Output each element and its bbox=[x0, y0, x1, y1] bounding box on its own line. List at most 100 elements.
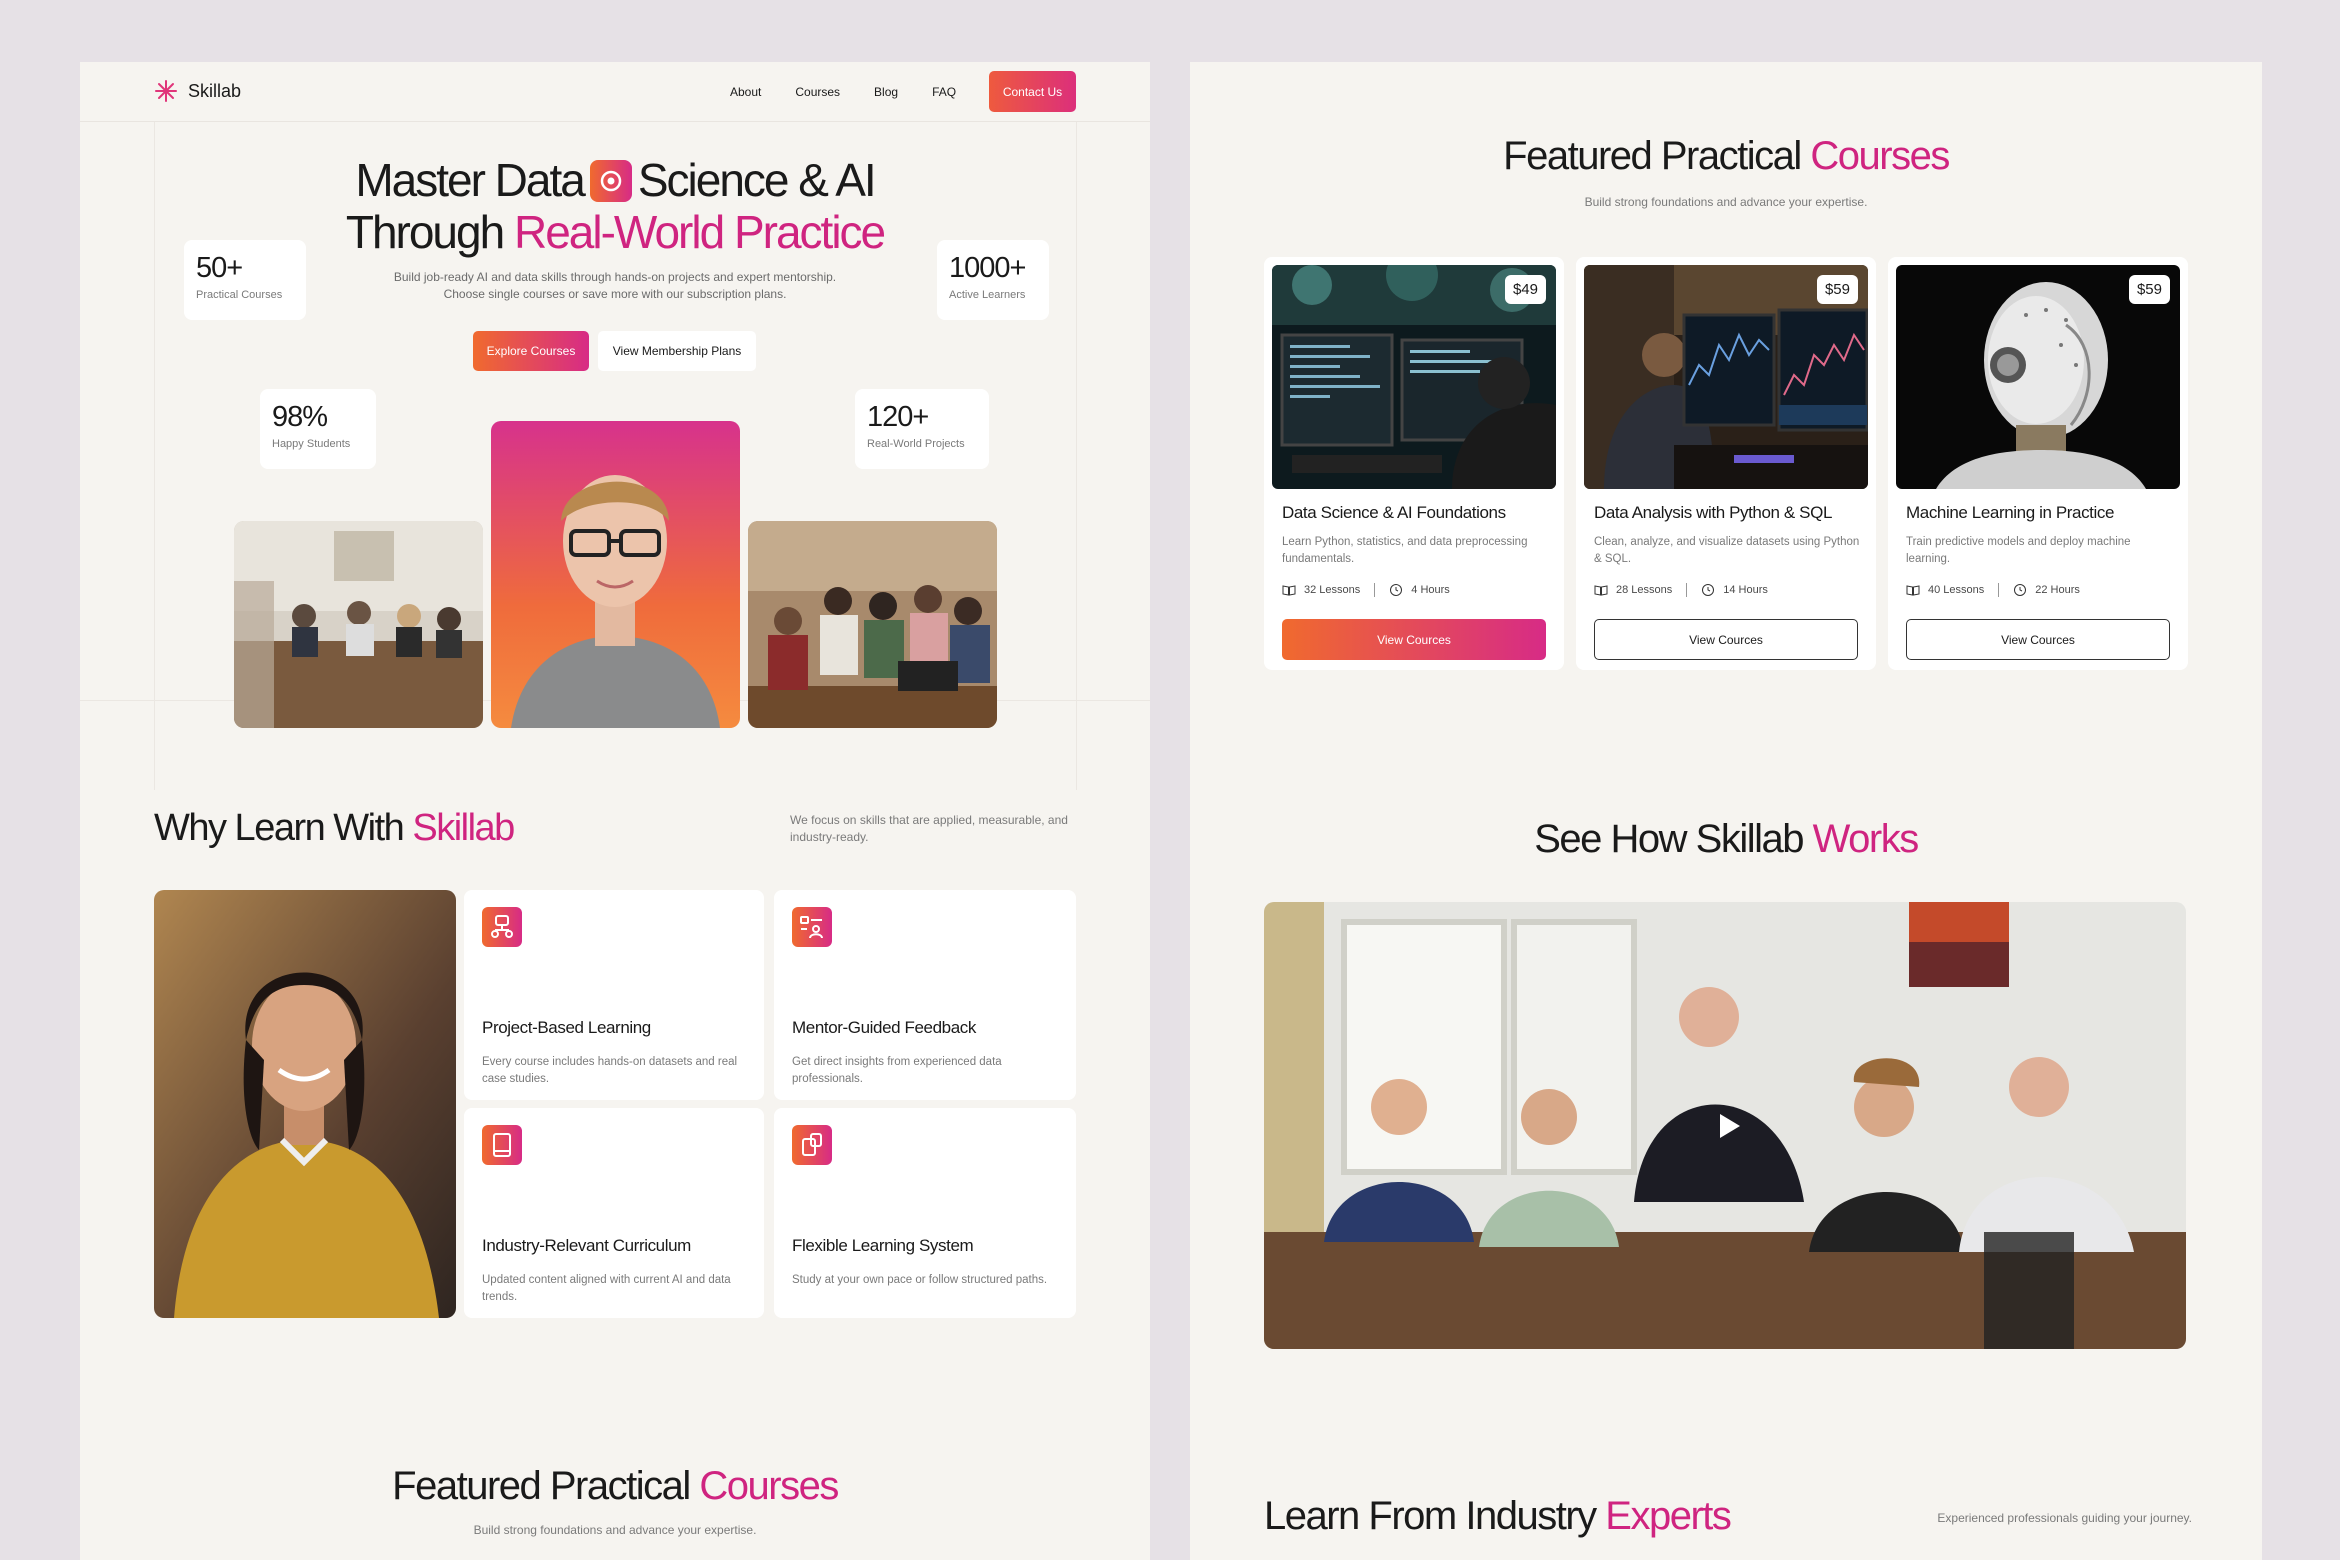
featured-courses-subtitle: Build strong foundations and advance you… bbox=[1584, 195, 1868, 209]
stat-number: 98% bbox=[272, 401, 328, 433]
meta-divider bbox=[1686, 583, 1688, 597]
stat-label: Real-World Projects bbox=[867, 438, 965, 450]
why-title-text: Why Learn With bbox=[154, 807, 405, 849]
price-badge: $59 bbox=[2128, 275, 2170, 304]
stat-card: 120+ Real-World Projects bbox=[855, 389, 989, 469]
nav-link-about[interactable]: About bbox=[730, 85, 761, 99]
open-book-icon bbox=[1906, 585, 1920, 596]
stat-card: 1000+ Active Learners bbox=[937, 240, 1049, 320]
how-title-highlight: Works bbox=[1812, 817, 1920, 861]
logo[interactable]: Skillab bbox=[154, 79, 241, 103]
hours-count: 22 Hours bbox=[2035, 584, 2080, 596]
how-it-works-title: See How Skillab Works bbox=[1190, 817, 2262, 862]
feature-title: Industry-Relevant Curriculum bbox=[482, 1236, 691, 1255]
lessons-count: 40 Lessons bbox=[1928, 584, 1985, 596]
featured-courses-subtitle-left: Build strong foundations and advance you… bbox=[473, 1523, 757, 1537]
stat-label: Happy Students bbox=[272, 438, 351, 450]
contact-us-button[interactable]: Contact Us bbox=[989, 71, 1076, 112]
course-description: Train predictive models and deploy machi… bbox=[1906, 536, 2131, 565]
feature-title: Flexible Learning System bbox=[792, 1236, 974, 1255]
course-meta: 40 Lessons 22 Hours bbox=[1906, 583, 2080, 597]
hero-title-text: Through bbox=[345, 206, 505, 258]
nav-link-blog[interactable]: Blog bbox=[874, 85, 898, 99]
student-portrait-photo bbox=[491, 421, 740, 728]
video-thumbnail[interactable] bbox=[1264, 902, 2186, 1349]
experts-section-description: Experienced professionals guiding your j… bbox=[1937, 1511, 2192, 1525]
stat-label: Practical Courses bbox=[196, 289, 283, 301]
stat-card: 98% Happy Students bbox=[260, 389, 376, 469]
course-card: $59 Data Analysis with Python & SQL Clea… bbox=[1576, 257, 1876, 670]
view-membership-plans-button[interactable]: View Membership Plans bbox=[598, 331, 756, 371]
how-title-text: See How Skillab bbox=[1534, 817, 1804, 861]
group-study-photo bbox=[748, 521, 997, 728]
lessons-count: 32 Lessons bbox=[1304, 584, 1361, 596]
landing-page-right: Featured Practical Courses Build strong … bbox=[1190, 62, 2262, 1560]
course-meta: 28 Lessons 14 Hours bbox=[1594, 583, 1768, 597]
price-badge: $59 bbox=[1816, 275, 1858, 304]
hours-count: 14 Hours bbox=[1723, 584, 1768, 596]
classroom-photo bbox=[234, 521, 483, 728]
featured-title-text: Featured Practical bbox=[1503, 134, 1802, 178]
meta-divider bbox=[1374, 583, 1376, 597]
view-course-button[interactable]: View Cources bbox=[1282, 619, 1546, 660]
experts-title-text: Learn From Industry bbox=[1264, 1494, 1597, 1538]
hero-title-highlight: Real-World Practice bbox=[513, 206, 886, 258]
feature-title: Mentor-Guided Feedback bbox=[792, 1018, 976, 1037]
nav-link-courses[interactable]: Courses bbox=[795, 85, 840, 99]
stat-number: 50+ bbox=[196, 252, 243, 284]
explore-courses-button[interactable]: Explore Courses bbox=[473, 331, 589, 371]
experts-title-highlight: Experts bbox=[1605, 1494, 1732, 1538]
experts-section-title: Learn From Industry Experts bbox=[1264, 1494, 1732, 1539]
flexible-icon bbox=[792, 1125, 832, 1165]
why-title-highlight: Skillab bbox=[412, 807, 515, 849]
hero-title-text: Science & AI bbox=[637, 154, 877, 206]
clock-icon bbox=[2014, 584, 2027, 596]
stat-number: 120+ bbox=[867, 401, 929, 433]
hours-count: 4 Hours bbox=[1411, 584, 1450, 596]
featured-title-highlight: Courses bbox=[699, 1464, 839, 1508]
price-badge: $49 bbox=[1504, 275, 1546, 304]
top-nav: Skillab About Courses Blog FAQ Contact U… bbox=[80, 62, 1150, 122]
mentor-icon bbox=[792, 907, 832, 947]
feature-card: Flexible Learning System Study at your o… bbox=[774, 1108, 1076, 1318]
featured-courses-title: Featured Practical Courses bbox=[1190, 134, 2262, 179]
stat-label: Active Learners bbox=[949, 289, 1026, 301]
feature-title: Project-Based Learning bbox=[482, 1018, 651, 1037]
course-meta: 32 Lessons 4 Hours bbox=[1282, 583, 1450, 597]
hero-title-text: Master Data bbox=[355, 154, 586, 206]
feature-description: Every course includes hands-on datasets … bbox=[482, 1056, 738, 1085]
course-card: $49 Data Science & AI Foundations Learn … bbox=[1264, 257, 1564, 670]
featured-courses-title-left: Featured Practical Courses bbox=[80, 1464, 1150, 1509]
stat-card: 50+ Practical Courses bbox=[184, 240, 306, 320]
feature-card: Project-Based Learning Every course incl… bbox=[464, 890, 764, 1100]
feature-description: Study at your own pace or follow structu… bbox=[792, 1274, 1048, 1286]
open-book-icon bbox=[1282, 585, 1296, 596]
course-title[interactable]: Machine Learning in Practice bbox=[1906, 503, 2114, 523]
stat-number: 1000+ bbox=[949, 252, 1026, 284]
smiling-student-photo bbox=[154, 890, 456, 1318]
course-card: $59 Machine Learning in Practice Train p… bbox=[1888, 257, 2188, 670]
book-icon bbox=[482, 1125, 522, 1165]
asterisk-logo-icon bbox=[155, 80, 177, 102]
hero-title-line-1: Master Data Science & AI bbox=[80, 154, 1150, 206]
view-course-button[interactable]: View Cources bbox=[1594, 619, 1858, 660]
nav-link-faq[interactable]: FAQ bbox=[932, 85, 956, 99]
featured-title-text: Featured Practical bbox=[392, 1464, 691, 1508]
featured-title-highlight: Courses bbox=[1810, 134, 1950, 178]
course-title[interactable]: Data Analysis with Python & SQL bbox=[1594, 503, 1832, 523]
project-flow-icon bbox=[482, 907, 522, 947]
course-description: Learn Python, statistics, and data prepr… bbox=[1282, 536, 1528, 565]
view-course-button[interactable]: View Cources bbox=[1906, 619, 2170, 660]
landing-page-left: Skillab About Courses Blog FAQ Contact U… bbox=[80, 62, 1150, 1560]
lessons-count: 28 Lessons bbox=[1616, 584, 1673, 596]
open-book-icon bbox=[1594, 585, 1608, 596]
course-title[interactable]: Data Science & AI Foundations bbox=[1282, 503, 1506, 523]
feature-card: Industry-Relevant Curriculum Updated con… bbox=[464, 1108, 764, 1318]
feature-description: Get direct insights from experienced dat… bbox=[792, 1056, 1002, 1085]
gear-badge-icon bbox=[589, 160, 632, 202]
why-section-description: We focus on skills that are applied, mea… bbox=[790, 813, 1068, 844]
nav-links: About Courses Blog FAQ bbox=[730, 85, 956, 99]
why-section-title: Why Learn With Skillab bbox=[154, 807, 515, 850]
feature-card: Mentor-Guided Feedback Get direct insigh… bbox=[774, 890, 1076, 1100]
play-icon[interactable] bbox=[1718, 1112, 1742, 1140]
